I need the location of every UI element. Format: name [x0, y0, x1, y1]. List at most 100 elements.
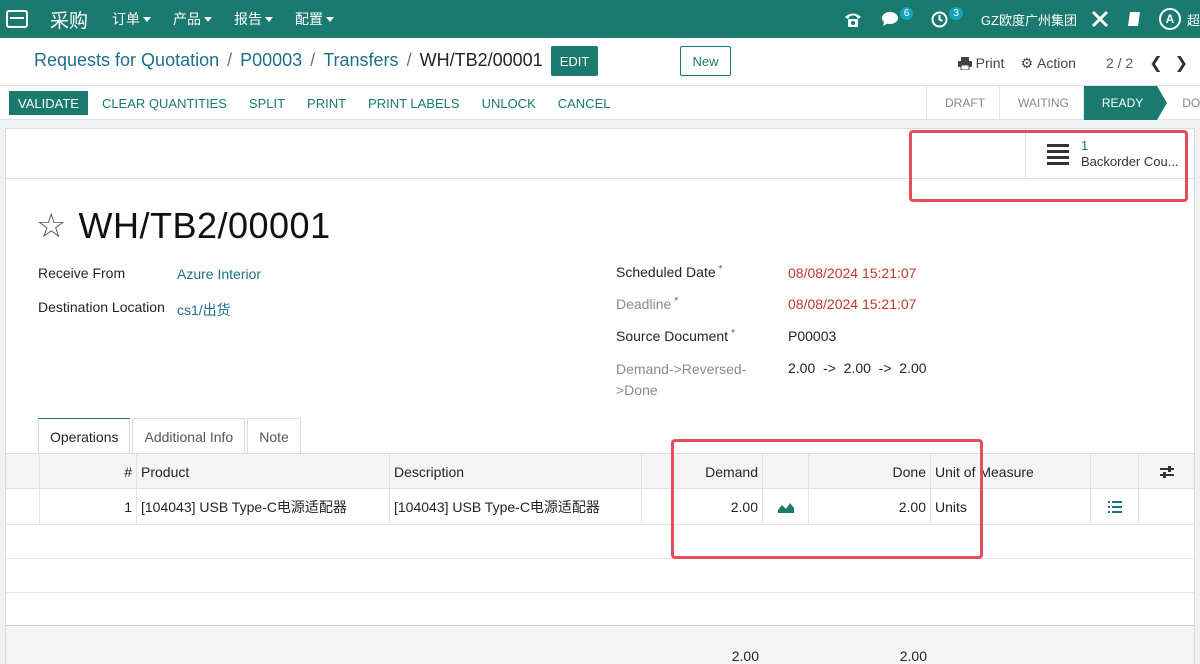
menu-products-label: 产品	[173, 11, 202, 27]
action-menu[interactable]: ⚙ Action	[1020, 55, 1075, 72]
empty-row	[6, 559, 1194, 593]
print-menu[interactable]: Print	[957, 55, 1005, 71]
deadline-value[interactable]: 08/08/2024 15:21:07	[788, 296, 916, 312]
header-num: #	[40, 454, 137, 490]
highlight-box-demand-done	[671, 439, 983, 559]
header-details	[1091, 454, 1139, 490]
destination-value[interactable]: cs1/出货	[177, 300, 231, 320]
messages-badge: 6	[899, 6, 914, 20]
row-handle[interactable]	[6, 489, 40, 525]
receive-from-value[interactable]: Azure Interior	[177, 266, 261, 282]
tab-operations[interactable]: Operations	[38, 418, 131, 454]
menu-orders[interactable]: 订单	[112, 9, 152, 29]
star-icon[interactable]: ☆	[36, 209, 66, 243]
print-button[interactable]: PRINT	[296, 91, 357, 115]
breadcrumb-po[interactable]: P00003	[240, 50, 302, 71]
header-product[interactable]: Product	[137, 454, 390, 490]
user-avatar[interactable]: A	[1158, 8, 1181, 30]
row-num: 1	[40, 489, 137, 525]
deadline-label-text: Deadline	[616, 296, 672, 312]
form-sheet: 1 Backorder Cou... ☆ WH/TB2/00001 Receiv…	[5, 128, 1195, 664]
menu-reports[interactable]: 报告	[234, 9, 274, 29]
status-pipeline: DRAFT WAITING READY DONE	[926, 86, 1200, 120]
caret-down-icon	[326, 16, 335, 22]
total-demand: 2.00	[731, 648, 759, 664]
clear-quantities-button[interactable]: CLEAR QUANTITIES	[91, 91, 238, 115]
detailed-operations-icon[interactable]	[1091, 489, 1139, 525]
breadcrumb-current: WH/TB2/00001	[419, 50, 543, 70]
tab-additional-info[interactable]: Additional Info	[132, 418, 246, 454]
row-trash-area	[1139, 489, 1194, 525]
tools-icon[interactable]	[1091, 10, 1109, 28]
caret-down-icon	[265, 16, 274, 22]
menu-products[interactable]: 产品	[173, 9, 213, 29]
validate-button[interactable]: VALIDATE	[9, 91, 88, 115]
unlock-button[interactable]: UNLOCK	[471, 91, 547, 115]
scheduled-date-label: Scheduled Date *	[616, 264, 723, 280]
apps-menu-icon[interactable]	[0, 0, 34, 38]
app-brand[interactable]: 采购	[50, 6, 88, 33]
demand-reversed-done-value: 2.00 -> 2.00 -> 2.00	[788, 360, 927, 376]
state-waiting: WAITING	[999, 86, 1083, 120]
total-done: 2.00	[899, 648, 927, 664]
source-document-value[interactable]: P00003	[788, 328, 836, 344]
gear-icon: ⚙	[1020, 54, 1034, 71]
statusbar: VALIDATE CLEAR QUANTITIES SPLIT PRINT PR…	[0, 86, 1200, 120]
split-button[interactable]: SPLIT	[238, 91, 296, 115]
messages-icon[interactable]: 6	[881, 6, 914, 27]
activities-clock-icon[interactable]: 3	[931, 6, 963, 28]
menu-reports-label: 报告	[234, 11, 263, 27]
breadcrumb: Requests for Quotation / P00003 / Transf…	[34, 50, 543, 71]
breadcrumb-separator: /	[310, 50, 316, 70]
tab-note[interactable]: Note	[247, 418, 301, 454]
destination-label: Destination Location	[38, 299, 165, 315]
control-panel: Requests for Quotation / P00003 / Transf…	[0, 38, 1200, 86]
menu-config-label: 配置	[295, 11, 324, 27]
record-name: WH/TB2/00001	[78, 205, 331, 246]
state-ready: READY	[1082, 86, 1168, 120]
breadcrumb-transfers[interactable]: Transfers	[323, 50, 398, 71]
record-title: ☆ WH/TB2/00001	[36, 205, 331, 247]
print-label: Print	[975, 55, 1005, 71]
menu-orders-label: 订单	[112, 11, 141, 27]
menu-config[interactable]: 配置	[295, 9, 335, 29]
state-draft: DRAFT	[926, 86, 999, 120]
row-description[interactable]: [104043] USB Type-C电源适配器	[390, 489, 642, 525]
print-labels-button[interactable]: PRINT LABELS	[357, 91, 471, 115]
pager-next-icon[interactable]: ❯	[1175, 53, 1188, 73]
demand-label-line-1: Demand->Reversed-	[616, 361, 747, 377]
table-row[interactable]: 1 [104043] USB Type-C电源适配器 [104043] USB …	[6, 489, 1194, 525]
scheduled-date-label-text: Scheduled Date	[616, 264, 716, 280]
caret-down-icon	[204, 16, 213, 22]
company-switcher[interactable]: GZ欧度广州集团	[981, 10, 1077, 29]
table-footer: 2.00 2.00	[6, 625, 1194, 664]
source-document-label-text: Source Document	[616, 328, 729, 344]
pager-previous-icon[interactable]: ❮	[1149, 53, 1162, 73]
header-description[interactable]: Description	[390, 454, 642, 490]
empty-row	[6, 593, 1194, 627]
row-product[interactable]: [104043] USB Type-C电源适配器	[137, 489, 390, 525]
action-label: Action	[1037, 55, 1076, 71]
deadline-label: Deadline *	[616, 296, 679, 312]
receive-from-label: Receive From	[38, 265, 126, 281]
phone-icon[interactable]	[843, 10, 863, 28]
notebook-tabs: Operations Additional Info Note	[38, 418, 303, 454]
new-button[interactable]: New	[680, 46, 731, 76]
printer-icon	[957, 56, 972, 70]
pager-value[interactable]: 2 / 2	[1106, 55, 1133, 71]
demand-label-line-2: >Done	[616, 382, 658, 398]
breadcrumb-rfq[interactable]: Requests for Quotation	[34, 50, 219, 71]
edit-button[interactable]: EDIT	[551, 46, 598, 76]
user-name[interactable]: 超	[1187, 10, 1200, 29]
source-document-label: Source Document *	[616, 328, 735, 344]
table-header-row: # Product Description Demand Done Unit o…	[6, 453, 1194, 490]
scheduled-date-value[interactable]: 08/08/2024 15:21:07	[788, 265, 916, 281]
highlight-box-backorder	[909, 130, 1188, 202]
optional-columns-icon[interactable]	[1139, 454, 1194, 490]
breadcrumb-separator: /	[406, 50, 412, 70]
cancel-button[interactable]: CANCEL	[547, 91, 622, 115]
operations-table: # Product Description Demand Done Unit o…	[6, 453, 1194, 627]
top-navbar: 采购 订单 产品 报告 配置 6 3 GZ欧度广州集团 A 超	[0, 0, 1200, 38]
empty-row	[6, 525, 1194, 559]
book-icon[interactable]	[1127, 11, 1141, 27]
